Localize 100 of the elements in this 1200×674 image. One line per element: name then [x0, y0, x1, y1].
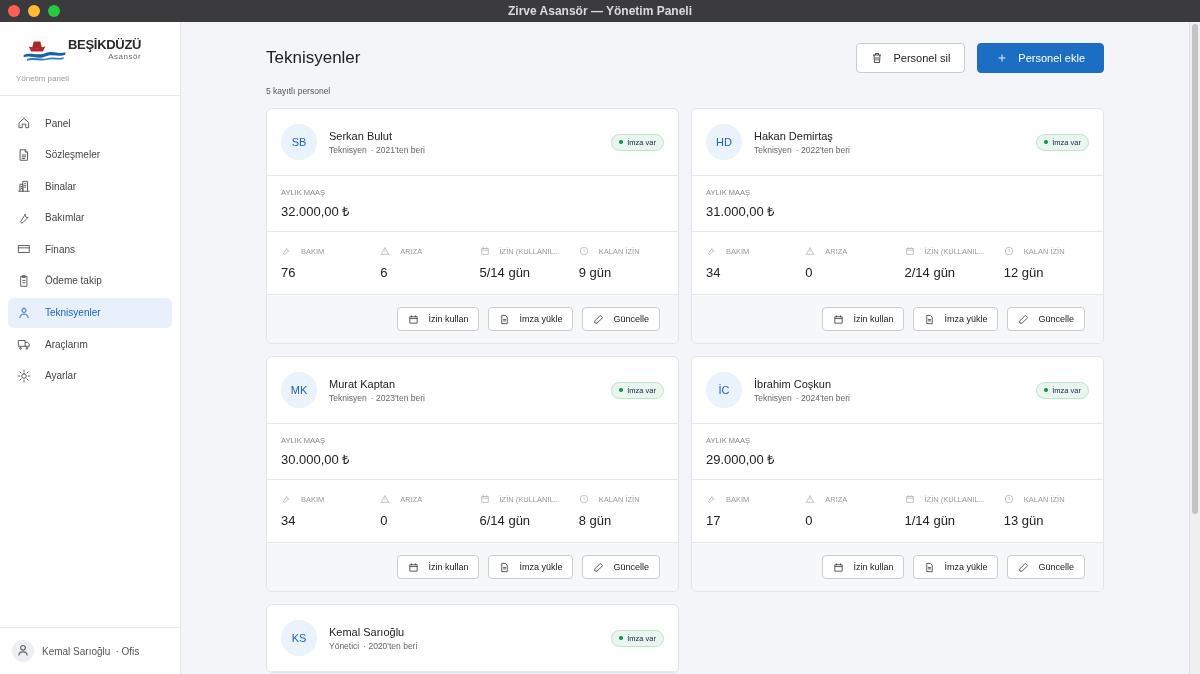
calendar-icon	[408, 561, 420, 573]
salary-value: 29.000,00 ₺	[706, 450, 776, 468]
stat-value: 1/14 gün	[904, 513, 957, 528]
document-icon	[924, 313, 936, 325]
calendar-icon	[833, 561, 845, 573]
avatar-initials: MK	[281, 372, 317, 408]
staff-role: Teknisyen	[329, 392, 367, 403]
user-name: Kemal Sarıoğlu	[42, 645, 111, 657]
card-action-button[interactable]: İzin kullan	[822, 555, 905, 579]
stat-value: 17	[706, 513, 722, 528]
stat-value: 6	[380, 265, 389, 280]
calendar-icon	[904, 494, 915, 504]
nav-item[interactable]: Teknisyenler	[8, 297, 172, 328]
nav-item[interactable]: Araçlarım	[8, 329, 172, 360]
stat-value: 8 gün	[578, 513, 613, 528]
building-icon	[17, 179, 31, 194]
card-action-button[interactable]: Güncelle	[582, 307, 660, 331]
person-icon	[17, 305, 31, 320]
window-title: Zirve Asansör — Yönetim Paneli	[507, 4, 693, 18]
document-icon	[499, 313, 511, 325]
zoom-button[interactable]	[48, 5, 60, 17]
stat-value: 13 gün	[1003, 513, 1045, 528]
card-action-button[interactable]: İmza yükle	[913, 555, 999, 579]
staff-name: İbrahim Coşkun	[754, 377, 833, 390]
avatar-initials: HD	[706, 124, 742, 160]
trash-icon	[871, 52, 884, 64]
nav-item[interactable]: Bakımlar	[8, 202, 172, 233]
add-staff-button[interactable]: Personel ekle	[977, 43, 1104, 73]
clock-icon	[578, 494, 589, 504]
stat-value: 76	[281, 265, 297, 280]
staff-name: Hakan Demirtaş	[754, 129, 834, 142]
calendar-icon	[479, 246, 490, 256]
nav-item[interactable]: Panel	[8, 108, 172, 138]
nav-item[interactable]: Ödeme takip	[8, 265, 172, 296]
nav-item[interactable]: Ayarlar	[8, 360, 172, 391]
home-icon	[17, 116, 31, 130]
document-icon	[17, 147, 31, 162]
staff-name: Serkan Bulut	[329, 129, 393, 142]
card-action-button[interactable]: İmza yükle	[488, 555, 574, 579]
calendar-icon	[408, 313, 420, 325]
card-action-button[interactable]: İzin kullan	[397, 307, 480, 331]
plus-icon	[996, 52, 1009, 64]
nav-item[interactable]: Finans	[8, 234, 172, 265]
stat-value: 34	[706, 265, 722, 280]
user-avatar-icon	[12, 640, 34, 662]
logo-text: BEŞİKDÜZÜ	[68, 37, 142, 52]
staff-since: · 2020'ten beri	[363, 640, 418, 651]
stat-value: 0	[805, 513, 814, 528]
stat-value: 2/14 gün	[904, 265, 957, 280]
calendar-icon	[833, 313, 845, 325]
stat-value: 0	[380, 513, 389, 528]
card-action-button[interactable]: İzin kullan	[397, 555, 480, 579]
card-action-button[interactable]: İmza yükle	[913, 307, 999, 331]
card-action-button[interactable]: Güncelle	[1007, 307, 1085, 331]
card-action-button[interactable]: İzin kullan	[822, 307, 905, 331]
staff-count: 5 kayıtlı personel	[266, 86, 332, 96]
pencil-icon	[593, 561, 605, 573]
stat-value: 5/14 gün	[479, 265, 532, 280]
clipboard-icon	[17, 273, 31, 288]
stat-value: 12 gün	[1003, 265, 1045, 280]
nav-item[interactable]: Sözleşmeler	[8, 139, 172, 170]
stat-value: 6/14 gün	[479, 513, 532, 528]
warning-icon	[805, 246, 816, 256]
stat-value: 9 gün	[578, 265, 613, 280]
staff-name: Murat Kaptan	[329, 377, 397, 390]
warning-icon	[380, 246, 391, 256]
clock-icon	[1003, 246, 1014, 256]
sidebar-subtitle: Yönetim paneli	[16, 74, 70, 83]
clock-icon	[1003, 494, 1014, 504]
stat-value: 34	[281, 513, 297, 528]
calendar-icon	[479, 494, 490, 504]
staff-role: Yönetici	[329, 640, 360, 651]
pencil-icon	[593, 313, 605, 325]
calendar-icon	[904, 246, 915, 256]
pencil-icon	[1018, 313, 1030, 325]
stat-value: 0	[805, 265, 814, 280]
close-button[interactable]	[8, 5, 20, 17]
user-role: · Ofis	[115, 645, 140, 657]
page-title: Teknisyenler	[266, 48, 361, 68]
staff-since: · 2022'ten beri	[795, 144, 850, 155]
minimize-button[interactable]	[28, 5, 40, 17]
pencil-icon	[1018, 561, 1030, 573]
salary-value: 30.000,00 ₺	[281, 450, 351, 468]
staff-since: · 2021'ten beri	[370, 144, 425, 155]
card-action-button[interactable]: İmza yükle	[488, 307, 574, 331]
avatar-initials: İC	[706, 372, 742, 408]
nav-item[interactable]: Binalar	[8, 171, 172, 202]
avatar-initials: SB	[281, 124, 317, 160]
document-icon	[499, 561, 511, 573]
staff-role: Teknisyen	[329, 144, 367, 155]
staff-role: Teknisyen	[754, 144, 792, 155]
staff-name: Kemal Sarıoğlu	[329, 625, 406, 638]
staff-since: · 2023'ten beri	[370, 392, 425, 403]
card-action-button[interactable]: Güncelle	[582, 555, 660, 579]
delete-staff-button[interactable]: Personel sil	[856, 43, 966, 73]
card-action-button[interactable]: Güncelle	[1007, 555, 1085, 579]
warning-icon	[805, 494, 816, 504]
clock-icon	[578, 246, 589, 256]
avatar-initials: KS	[281, 620, 317, 656]
staff-role: Teknisyen	[754, 392, 792, 403]
